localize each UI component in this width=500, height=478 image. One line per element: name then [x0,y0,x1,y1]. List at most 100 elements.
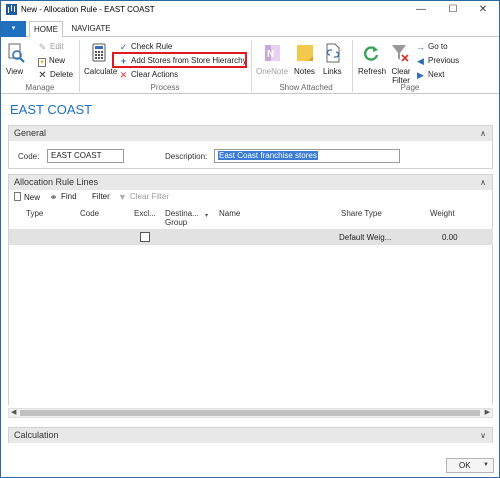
scrollbar-thumb[interactable] [20,410,480,416]
next-label: Next [428,70,445,79]
clear-x-icon: ✕ [119,70,128,80]
view-label: View [6,67,24,76]
svg-text:N: N [267,49,274,60]
lines-find-button[interactable]: ⚭ Find [49,192,77,202]
notes-icon [297,45,313,61]
group-label-page: Page [400,83,420,92]
delete-label: Delete [50,70,74,79]
ok-button[interactable]: OK ▼ [446,458,494,473]
ribbon: View ✎ Edit ✦ New ✕ Delete Manage Calculate… [1,37,499,94]
lines-new-button[interactable]: New [14,192,40,202]
collapse-caret-icon[interactable]: ∧ [480,175,486,190]
notes-button[interactable]: Notes [293,41,317,81]
clear-filter-icon: ▼ [118,192,127,202]
binoculars-icon: ⚭ [49,192,58,202]
tab-home[interactable]: HOME [29,21,63,38]
horizontal-scrollbar[interactable]: ◀ ▶ [8,408,493,418]
lines-header-label: Allocation Rule Lines [14,177,99,187]
file-menu-button[interactable]: ▾ [1,21,26,37]
onenote-button[interactable]: N OneNote [255,41,291,81]
ok-dropdown-icon[interactable]: ▼ [483,459,489,472]
general-header[interactable]: General ∧ [9,126,492,141]
general-fasttab: General ∧ Code: EAST COAST Description: … [8,125,493,169]
window-title: New - Allocation Rule - EAST COAST [21,5,155,14]
description-label: Description: [165,152,208,161]
links-label: Links [323,67,342,76]
tab-navigate[interactable]: NAVIGATE [67,21,115,38]
collapse-caret-icon[interactable]: ∧ [480,126,486,141]
refresh-button[interactable]: Refresh [356,41,386,81]
expand-caret-icon[interactable]: ∨ [480,428,486,443]
calculation-header[interactable]: Calculation ∨ [9,428,492,443]
cell-share-type[interactable]: Default Weig... [339,233,391,242]
edit-label: Edit [50,42,64,51]
column-header-code[interactable]: Code [80,209,99,218]
code-label: Code: [18,152,40,161]
clear-actions-label: Clear Actions [131,70,179,79]
column-header-name[interactable]: Name [219,209,240,218]
scroll-left-icon[interactable]: ◀ [11,408,16,416]
calculate-button[interactable]: Calculate [84,41,118,81]
notes-label: Notes [294,67,315,76]
minimize-button[interactable]: — [405,1,437,19]
pencil-icon: ✎ [38,42,47,52]
clear-actions-button[interactable]: ✕ Clear Actions [119,69,178,81]
code-field[interactable]: EAST COAST [47,149,124,163]
description-selected-text: East Coast franchise stores [218,151,318,160]
column-header-share-type[interactable]: Share Type [341,209,382,218]
triangle-left-icon: ◀ [417,56,424,66]
description-field[interactable]: East Coast franchise stores [214,149,400,163]
previous-label: Previous [428,56,460,65]
highlight-annotation [112,52,247,68]
arrow-right-icon: → [416,42,425,52]
table-row[interactable] [9,229,493,245]
new-button[interactable]: ✦ New [38,55,65,67]
column-header-excluded[interactable]: Excl... [134,209,156,218]
previous-button[interactable]: ◀ Previous [416,55,459,67]
links-icon [326,43,340,63]
goto-button[interactable]: → Go to [416,41,448,53]
sort-descending-icon: ▾ [205,213,209,219]
group-separator [251,40,252,92]
column-header-destination-line1: Destina... [165,209,199,218]
links-button[interactable]: Links [321,41,345,81]
page-title: EAST COAST [10,102,93,117]
refresh-icon [364,46,379,61]
new-document-icon [14,192,21,201]
view-button[interactable]: View [5,41,27,81]
calculation-fasttab: Calculation ∨ [8,427,493,443]
goto-label: Go to [428,42,448,51]
lines-header[interactable]: Allocation Rule Lines ∧ [9,175,492,190]
group-separator [352,40,353,92]
lines-filter-button[interactable]: Filter [92,192,110,201]
column-header-type[interactable]: Type [26,209,43,218]
lines-new-label: New [24,193,41,202]
cell-weight[interactable]: 0.00 [442,233,458,242]
onenote-icon: N [265,45,280,61]
lines-filter-label: Filter [92,192,110,201]
general-header-label: General [14,128,47,138]
lines-find-label: Find [61,192,77,201]
edit-button[interactable]: ✎ Edit [38,41,64,53]
view-icon [8,43,25,63]
scroll-right-icon[interactable]: ▶ [485,408,490,416]
app-icon [6,4,17,15]
lines-clear-filter-button[interactable]: ▼ Clear Filter [118,192,169,202]
clear-filter-button[interactable]: Clear Filter [388,41,412,85]
calculate-label: Calculate [84,67,118,76]
title-bar: New - Allocation Rule - EAST COAST — ☐ ✕ [1,1,499,19]
maximize-button[interactable]: ☐ [437,1,469,19]
delete-x-icon: ✕ [38,70,47,81]
column-header-weight[interactable]: Weight [430,209,455,218]
onenote-label: OneNote [256,67,289,76]
new-document-icon: ✦ [38,58,46,67]
column-header-destination-group[interactable]: Destina... Group [165,209,199,227]
group-label-process: Process [150,83,180,92]
group-label-manage: Manage [25,83,55,92]
close-button[interactable]: ✕ [467,1,499,19]
next-button[interactable]: ▶ Next [416,69,444,81]
excluded-checkbox[interactable] [140,232,150,242]
delete-button[interactable]: ✕ Delete [38,69,73,81]
check-rule-label: Check Rule [131,42,173,51]
lines-clear-filter-label: Clear Filter [130,192,170,201]
